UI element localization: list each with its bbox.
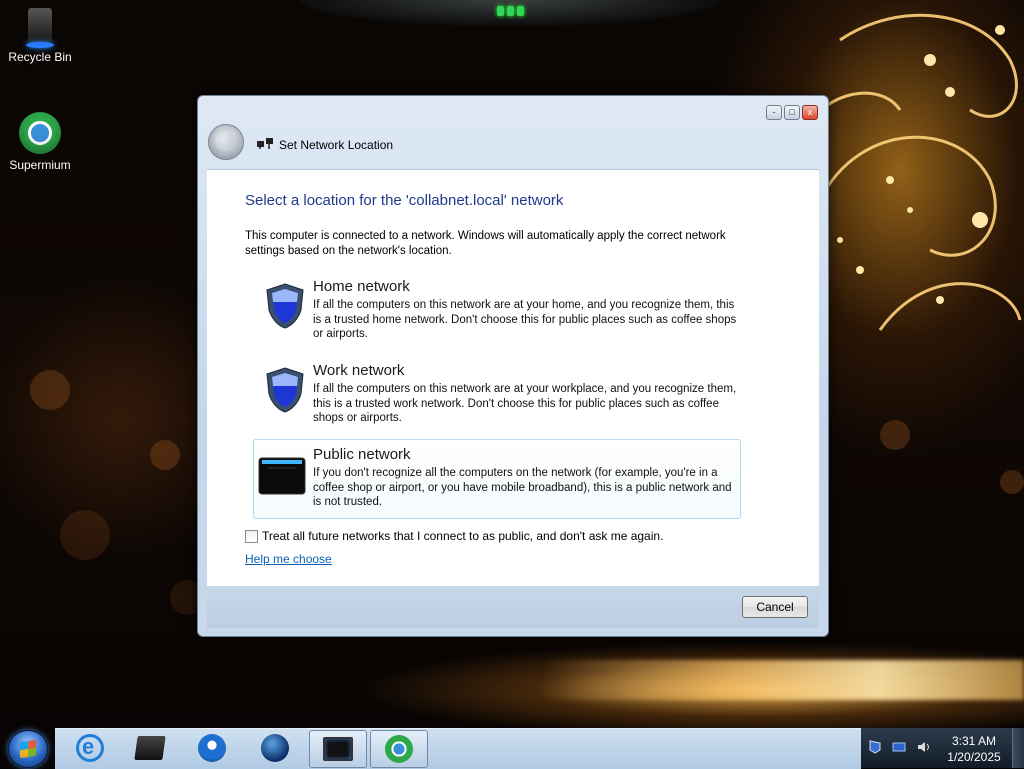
back-arrow-icon xyxy=(215,131,235,151)
checkbox-label: Treat all future networks that I connect… xyxy=(262,529,664,543)
help-me-choose-link[interactable]: Help me choose xyxy=(245,552,332,566)
cancel-button[interactable]: Cancel xyxy=(742,596,808,618)
public-network-option[interactable]: Public network If you don't recognize al… xyxy=(253,439,741,519)
intro-text: This computer is connected to a network.… xyxy=(245,230,726,257)
shield-icon xyxy=(266,367,304,413)
minimize-button[interactable]: - xyxy=(766,105,782,120)
public-bench-icon xyxy=(258,457,306,495)
network-tray-icon[interactable] xyxy=(892,740,906,754)
option-title: Work network xyxy=(313,362,405,379)
option-description: If you don't recognize all the computers… xyxy=(313,467,732,508)
close-button[interactable]: x xyxy=(802,105,818,120)
taskbar-item-supermium[interactable] xyxy=(370,730,428,768)
work-network-option[interactable]: Work network If all the computers on thi… xyxy=(253,355,741,435)
drive-icon xyxy=(134,736,166,760)
taskbar-item-network-globe[interactable] xyxy=(247,730,303,766)
show-desktop-button[interactable] xyxy=(1012,728,1024,768)
media-player-icon xyxy=(198,734,226,762)
taskbar-item-internet-explorer[interactable] xyxy=(62,730,118,766)
set-network-location-dialog: - □ x Set Network Location Select a loca… xyxy=(197,95,829,637)
monitor-icon xyxy=(323,737,353,761)
dialog-heading: Select a location for the 'collabnet.loc… xyxy=(245,192,564,209)
home-network-option[interactable]: Home network If all the computers on thi… xyxy=(253,271,741,351)
desktop-icon-label: Supermium xyxy=(9,158,71,172)
taskbar-item-media-player[interactable] xyxy=(184,730,240,766)
desktop-icon-supermium[interactable]: Supermium xyxy=(0,112,80,172)
dialog-footer: Cancel xyxy=(207,586,819,628)
supermium-browser-icon xyxy=(19,112,61,154)
gadget-indicator-icon xyxy=(497,6,527,16)
taskbar: 3:31 AM 1/20/2025 xyxy=(0,728,1024,769)
option-title: Public network xyxy=(313,446,411,463)
recycle-bin-icon xyxy=(26,8,54,48)
maximize-button[interactable]: □ xyxy=(784,105,800,120)
windows-logo-icon xyxy=(20,739,36,759)
clock-time: 3:31 AM xyxy=(951,734,997,748)
taskbar-item-network-window[interactable] xyxy=(309,730,367,768)
ie-icon xyxy=(76,734,104,762)
back-button[interactable] xyxy=(208,124,244,160)
treat-as-public-row[interactable]: Treat all future networks that I connect… xyxy=(245,529,663,543)
action-center-flag-icon[interactable] xyxy=(868,740,882,754)
desktop-icon-label: Recycle Bin xyxy=(8,50,72,64)
chrome-icon xyxy=(385,735,413,763)
globe-icon xyxy=(261,734,289,762)
shield-icon xyxy=(266,283,304,329)
option-title: Home network xyxy=(313,278,410,295)
volume-icon[interactable] xyxy=(916,740,930,754)
system-clock[interactable]: 3:31 AM 1/20/2025 xyxy=(941,733,1007,765)
option-description: If all the computers on this network are… xyxy=(313,383,737,424)
start-button[interactable] xyxy=(8,730,48,768)
dialog-title: Set Network Location xyxy=(279,138,394,152)
treat-as-public-checkbox[interactable] xyxy=(245,529,258,543)
window-controls: - □ x xyxy=(766,105,818,120)
network-icon xyxy=(257,138,273,149)
desktop-icon-recycle-bin[interactable]: Recycle Bin xyxy=(0,8,80,64)
option-description: If all the computers on this network are… xyxy=(313,299,737,340)
clock-date: 1/20/2025 xyxy=(947,750,1001,764)
dialog-content: Select a location for the 'collabnet.loc… xyxy=(207,169,819,587)
taskbar-item-drive[interactable] xyxy=(122,730,178,766)
